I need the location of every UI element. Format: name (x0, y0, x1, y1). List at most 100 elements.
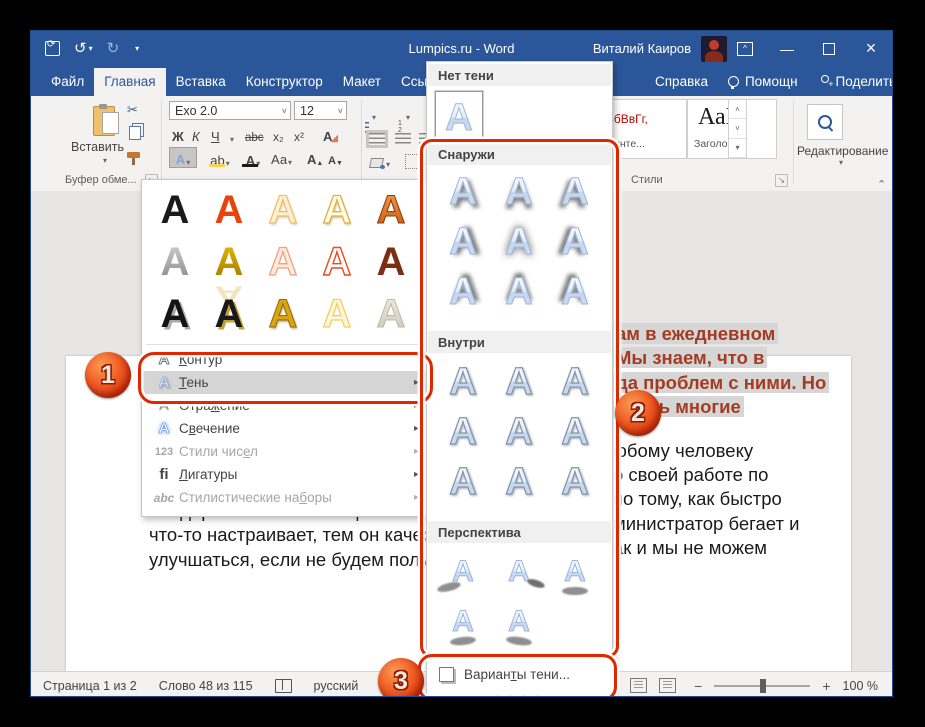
tab-вставка[interactable]: Вставка (166, 68, 236, 96)
account-name[interactable]: Виталий Каиров (593, 41, 691, 56)
text-effect-style-3[interactable]: A (256, 184, 310, 236)
effect-letter: A (215, 242, 244, 282)
zoom-slider-handle[interactable] (760, 679, 766, 693)
grow-font-button[interactable]: А▲ (305, 147, 325, 167)
submenu-arrow-icon: ▸ (414, 469, 419, 480)
text-effect-style-6[interactable]: A (148, 236, 202, 288)
collapse-ribbon-button[interactable]: ⌃ (877, 178, 886, 191)
text-effect-style-5[interactable]: A (364, 184, 418, 236)
tab-поделиться[interactable]: Поделиться (812, 74, 893, 89)
text-effect-style-1[interactable]: A (148, 184, 202, 236)
no-shadow-header: Нет тени (428, 64, 611, 86)
align-left-button[interactable] (367, 125, 387, 145)
word-count[interactable]: Слово 48 из 115 (159, 679, 253, 693)
print-layout-view-icon[interactable] (630, 678, 647, 693)
zoom-slider[interactable] (714, 685, 810, 687)
editing-dropdown-icon[interactable]: ▾ (839, 158, 843, 167)
underline-dropdown-icon[interactable]: ▾ (227, 124, 236, 144)
maximize-button[interactable] (808, 31, 850, 66)
text-effects-button[interactable]: А▾ (169, 147, 197, 168)
zoom-level[interactable]: 100 % (843, 679, 878, 693)
proofing-icon[interactable] (275, 679, 292, 693)
zoom-in-button[interactable]: + (822, 678, 830, 694)
align-center-button[interactable] (393, 125, 413, 145)
text-effects-gallery: AAAAAAAAAAAAAAA (148, 184, 422, 340)
text-effect-style-10[interactable]: A (364, 236, 418, 288)
highlighted-text-line: ам в ежедневном (613, 323, 829, 347)
text-effect-style-7[interactable]: A (202, 236, 256, 288)
styles-dialog-launcher[interactable]: ↘ (775, 174, 788, 187)
text-effect-style-9[interactable]: A (310, 236, 364, 288)
text-effect-style-2[interactable]: A (202, 184, 256, 236)
change-case-button[interactable]: Аа▾ (269, 147, 294, 167)
ribbon-display-icon: ^ (737, 42, 753, 56)
tab-конструктор[interactable]: Конструктор (236, 68, 333, 96)
shrink-font-button[interactable]: А▼ (326, 147, 345, 167)
copy-button[interactable] (129, 126, 141, 140)
clear-formatting-button[interactable]: А◢ (321, 124, 340, 144)
font-color-button[interactable]: А▾ (238, 147, 268, 168)
glow-icon: А (149, 420, 179, 437)
styles-scroll-down[interactable]: ˅ (729, 119, 746, 138)
font-name-combo[interactable]: Exo 2.0˅ (169, 101, 291, 120)
strikethrough-button[interactable]: abc (243, 124, 266, 144)
effect-letter: A (377, 242, 406, 282)
subscript-button[interactable]: x₂ (271, 124, 286, 144)
stylistic-icon: abc (149, 491, 179, 505)
tab-справка[interactable]: Справка (649, 74, 714, 89)
underline-button[interactable]: Ч (209, 124, 222, 144)
text-effect-style-11[interactable]: A (148, 288, 202, 340)
styles-gallery-more[interactable]: ▾ (729, 139, 746, 158)
text-effect-style-14[interactable]: A (310, 288, 364, 340)
text-line: улучшаться, если не будем получ (149, 549, 439, 573)
editing-group-button[interactable]: Редактирование (797, 144, 888, 158)
text-effect-style-12[interactable]: A (202, 288, 256, 340)
effect-letter: A (323, 242, 352, 282)
text-effect-style-4[interactable]: A (310, 184, 364, 236)
tab-файл[interactable]: Файл (41, 68, 94, 96)
superscript-button[interactable]: x² (292, 124, 306, 144)
paste-dropdown-icon[interactable]: ▾ (103, 156, 107, 165)
minimize-button[interactable]: — (766, 31, 808, 66)
submenu-arrow-icon: ▸ (414, 423, 419, 434)
copy-icon (129, 126, 141, 140)
cut-button[interactable]: ✂ (127, 102, 138, 118)
format-painter-button[interactable] (127, 152, 140, 158)
menu-item-label: Свечение (179, 421, 414, 436)
no-shadow-option[interactable]: A (435, 91, 483, 145)
text-effect-style-13[interactable]: A (256, 288, 310, 340)
web-layout-view-icon[interactable] (659, 678, 676, 693)
effect-letter: A (377, 190, 406, 230)
menu-item-stylistic: abcСтилистические наборы▸ (143, 486, 427, 509)
tab-макет[interactable]: Макет (333, 68, 391, 96)
maximize-icon (823, 43, 835, 55)
text-effect-style-15[interactable]: A (364, 288, 418, 340)
paste-button[interactable]: Вставить (71, 140, 124, 154)
menu-item-glow[interactable]: АСвечение▸ (143, 417, 427, 440)
effect-letter: A (269, 242, 298, 282)
tab-главная[interactable]: Главная (94, 68, 165, 96)
text-line: что-то настраивает, тем он качес (149, 524, 439, 548)
language-indicator[interactable]: русский (314, 679, 359, 693)
ribbon-display-options-button[interactable]: ^ (724, 31, 766, 66)
submenu-arrow-icon: ▸ (414, 446, 419, 457)
text-highlight-button[interactable]: ab▾ (203, 147, 237, 168)
bold-button[interactable]: Ж (170, 124, 186, 144)
search-button[interactable] (807, 104, 843, 140)
menu-item-ligatures[interactable]: fiЛигатуры▸ (143, 463, 427, 486)
bullets-button[interactable]: ▾ (369, 102, 378, 122)
shading-button[interactable]: ▾ (367, 149, 392, 169)
no-shadow-letter: A (445, 99, 472, 137)
tab-помощн[interactable]: Помощн (722, 74, 804, 89)
zoom-out-button[interactable]: − (694, 678, 702, 694)
numbering-button[interactable]: 12▾ (403, 102, 412, 122)
close-button[interactable]: × (850, 31, 892, 66)
font-size-combo[interactable]: 12˅ (294, 101, 347, 120)
styles-gallery-scroll: ˄ ˅ ▾ (728, 99, 747, 159)
text-effect-style-8[interactable]: A (256, 236, 310, 288)
styles-group-label: Стили (631, 174, 663, 186)
italic-button[interactable]: К (190, 124, 202, 144)
effect-letter: A (161, 242, 190, 282)
styles-scroll-up[interactable]: ˄ (729, 100, 746, 119)
page-indicator[interactable]: Страница 1 из 2 (43, 679, 137, 693)
